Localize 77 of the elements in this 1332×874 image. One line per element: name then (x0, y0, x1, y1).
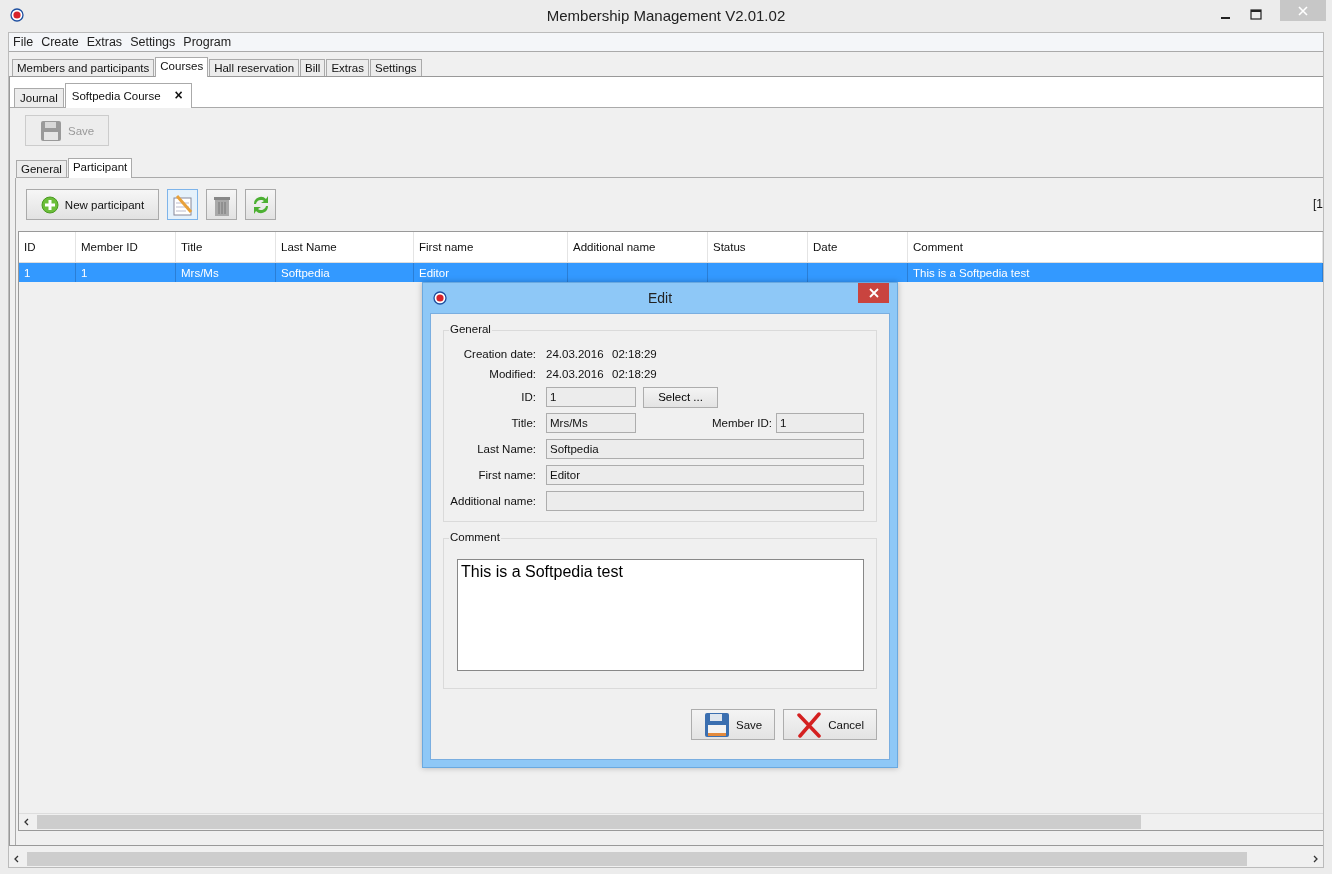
field-label: ID: (520, 391, 536, 403)
tab[interactable]: Journal (14, 88, 64, 107)
tab[interactable]: Courses (155, 57, 209, 77)
cross-icon (796, 711, 823, 738)
tab[interactable]: Extras (326, 59, 369, 76)
group-label: Comment (449, 531, 501, 543)
tab[interactable]: Participant (67, 158, 133, 178)
field-label: Modified: (488, 368, 536, 380)
close-icon (1297, 4, 1309, 17)
column-header[interactable]: Comment (908, 232, 1323, 262)
horizontal-scrollbar[interactable] (19, 813, 1323, 830)
close-button[interactable] (858, 283, 889, 303)
field-label: Member ID: (711, 417, 772, 429)
new-participant-button[interactable]: New participant (26, 189, 159, 220)
input-field[interactable] (546, 491, 864, 511)
table-cell: 1 (24, 266, 31, 279)
scroll-right-icon[interactable] (1311, 854, 1319, 863)
comment-field[interactable]: This is a Softpedia test (457, 559, 864, 671)
plus-icon (40, 195, 59, 214)
modified-date: 24.03.2016 (546, 368, 602, 380)
input-field[interactable]: Softpedia (546, 439, 864, 459)
column-header[interactable]: Title (176, 232, 276, 262)
id-field[interactable]: 1 (546, 387, 636, 407)
close-icon (868, 288, 879, 298)
field-label: Last Name: (476, 443, 536, 455)
field-label: Additional name: (449, 495, 536, 507)
scrollbar-thumb[interactable] (37, 815, 1141, 829)
menu-item[interactable]: Create (37, 35, 83, 49)
notepad-pencil-icon (170, 192, 195, 217)
scroll-left-icon[interactable] (23, 818, 31, 826)
column-header[interactable]: Additional name (568, 232, 708, 262)
app-icon (10, 8, 24, 22)
window-title: Membership Management V2.01.02 (546, 6, 786, 24)
page-indicator: [1 (1313, 197, 1323, 211)
column-header[interactable]: ID (19, 232, 76, 262)
select-button[interactable]: Select ... (643, 386, 718, 408)
creation-time: 02:18:29 (612, 348, 658, 360)
refresh-button[interactable] (245, 189, 276, 220)
tab[interactable]: Members and participants (12, 59, 155, 76)
table-cell: Mrs/Ms (181, 266, 219, 279)
maximize-icon[interactable] (1250, 9, 1262, 21)
save-button[interactable]: Save (690, 709, 776, 740)
tab[interactable]: General (16, 160, 67, 177)
creation-date: 24.03.2016 (546, 348, 602, 360)
field-label: Title: (510, 417, 536, 429)
modified-time: 02:18:29 (612, 368, 658, 380)
scrollbar-thumb[interactable] (27, 851, 1247, 866)
field-label: First name: (477, 469, 536, 481)
field-label: Creation date: (462, 348, 536, 360)
scroll-left-icon[interactable] (13, 854, 21, 863)
menu-item[interactable]: Extras (82, 35, 127, 49)
column-header[interactable]: Last Name (276, 232, 414, 262)
column-header[interactable]: Member ID (76, 232, 176, 262)
member-id-field[interactable]: 1 (776, 413, 864, 433)
table-cell: Softpedia (281, 266, 330, 279)
edit-button[interactable] (167, 189, 198, 220)
close-tab-icon[interactable]: × (174, 87, 183, 103)
input-field[interactable]: Editor (546, 465, 864, 485)
dialog-title: Edit (647, 290, 673, 306)
column-header[interactable]: Status (708, 232, 808, 262)
menu-item[interactable]: Program (179, 35, 236, 49)
tab[interactable]: Softpedia Course × (64, 83, 192, 108)
menu-item[interactable]: File (9, 35, 38, 49)
tab[interactable]: Hall reservation (209, 59, 300, 76)
delete-button[interactable] (206, 189, 237, 220)
table-cell: This is a Softpedia test (913, 266, 1030, 279)
title-field[interactable]: Mrs/Ms (546, 413, 636, 433)
tab[interactable]: Bill (300, 59, 326, 76)
column-header[interactable]: First name (414, 232, 568, 262)
table-cell: 1 (81, 266, 88, 279)
cancel-button[interactable]: Cancel (783, 709, 877, 740)
app-icon (433, 291, 447, 305)
table-cell: Editor (419, 266, 450, 279)
menu-item[interactable]: Settings (126, 35, 180, 49)
column-header[interactable]: Date (808, 232, 908, 262)
group-label: General (449, 323, 492, 335)
tab[interactable]: Settings (370, 59, 422, 76)
